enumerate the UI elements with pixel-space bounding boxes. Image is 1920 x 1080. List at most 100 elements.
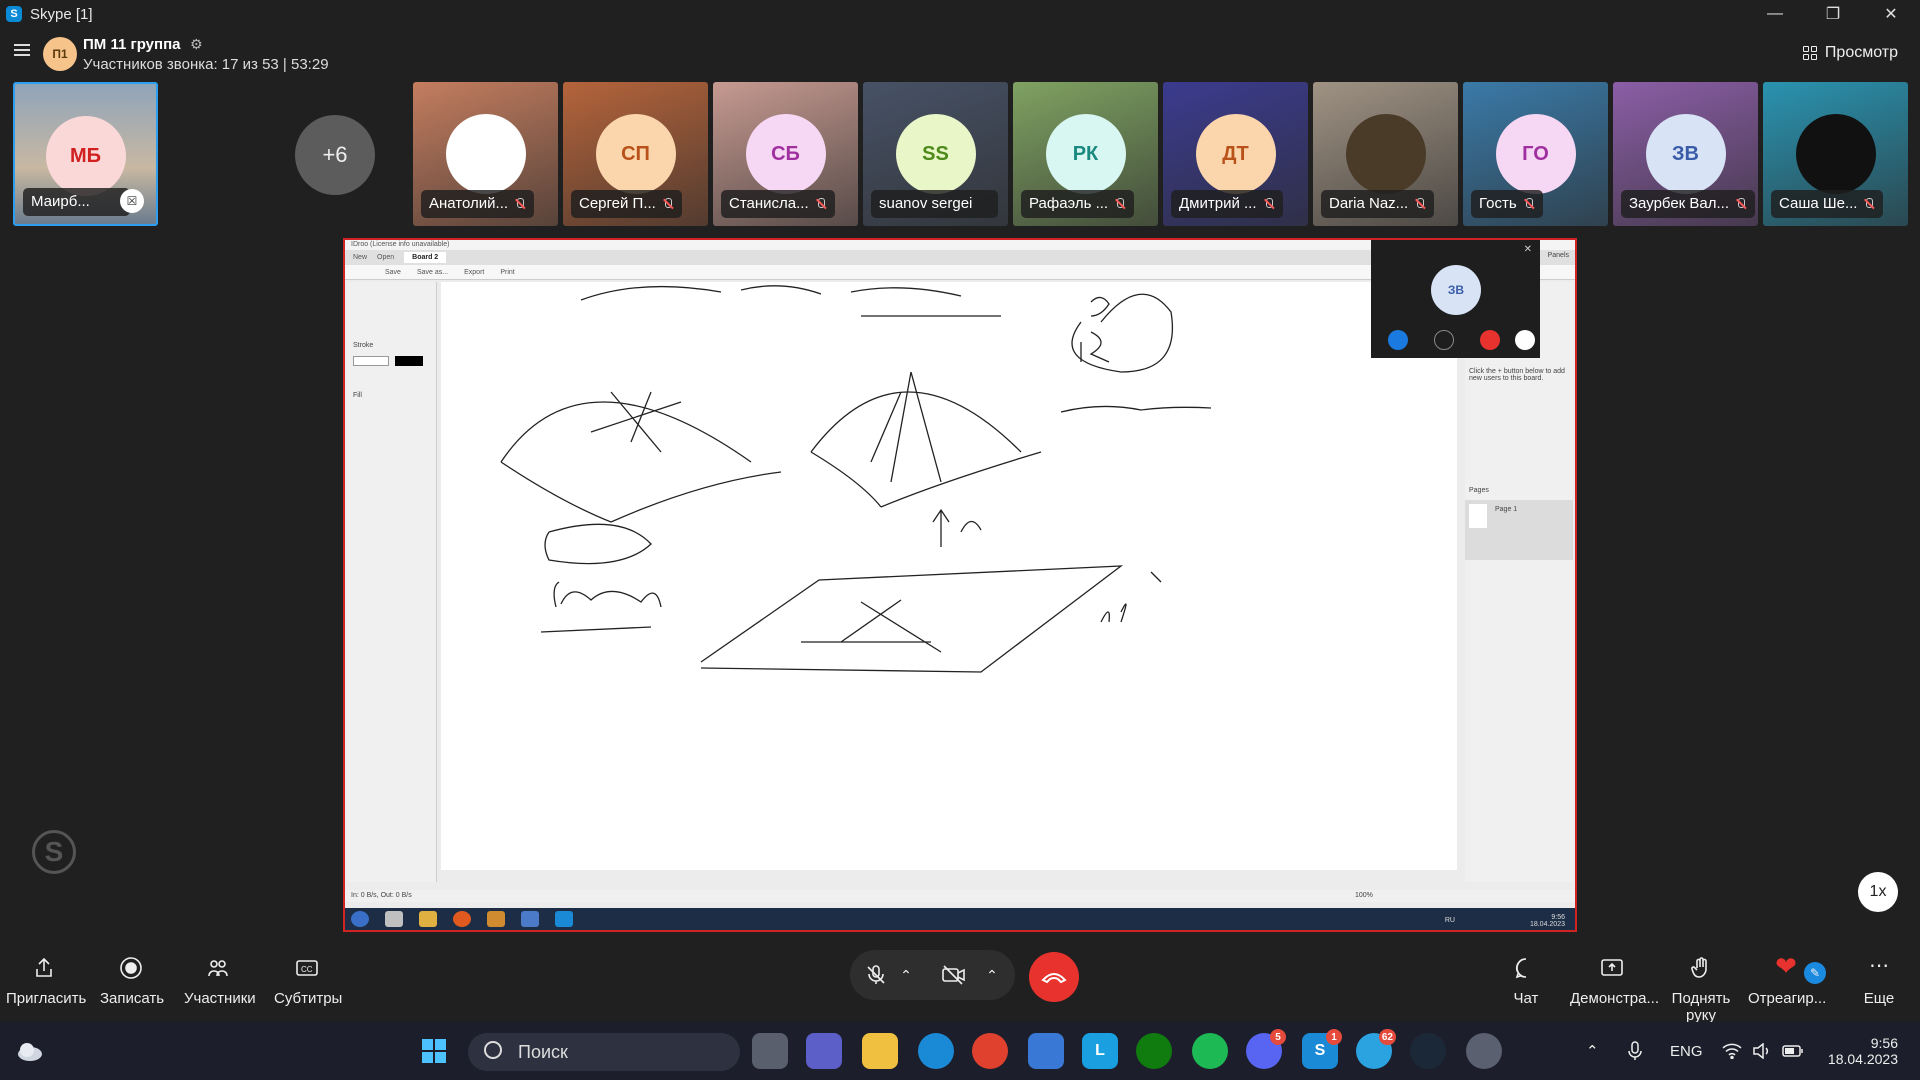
share-screen-button[interactable]: Демонстра... — [1570, 956, 1659, 1007]
input-language[interactable]: ENG — [1670, 1022, 1703, 1080]
tray-mic-icon[interactable] — [1628, 1022, 1642, 1080]
view-button[interactable]: Просмотр — [1802, 44, 1898, 62]
mic-muted-icon — [1863, 198, 1875, 210]
mini-preview[interactable]: ✕ ЗВ — [1371, 240, 1540, 358]
spotify-icon[interactable] — [1192, 1033, 1228, 1069]
toolbar-save-as[interactable]: Save as... — [417, 269, 448, 276]
taskbar-clock[interactable]: 9:56 18.04.2023 — [1822, 1022, 1898, 1080]
chat-button[interactable]: Чат — [1506, 956, 1546, 1007]
raise-hand-button[interactable]: Поднять руку — [1658, 956, 1744, 1024]
mic-muted-icon — [514, 198, 526, 210]
participant-tile[interactable]: ГО Гость — [1463, 82, 1608, 226]
mic-options-chevron-icon[interactable]: ⌃ — [894, 955, 918, 995]
invite-button[interactable]: Пригласить — [6, 956, 86, 1007]
discord-icon[interactable]: 5 — [1246, 1029, 1286, 1069]
steam-icon[interactable] — [1410, 1033, 1446, 1069]
inner-firefox-icon — [453, 911, 471, 927]
participant-tile[interactable]: SS suanov sergei — [863, 82, 1008, 226]
subtitles-button[interactable]: CC Субтитры — [274, 956, 342, 1007]
close-button[interactable]: ✕ — [1862, 0, 1920, 28]
react-button[interactable]: ❤ ✎ Отреагир... — [1748, 953, 1826, 1007]
tray-overflow-chevron-icon[interactable]: ⌃ — [1586, 1022, 1599, 1080]
group-name[interactable]: ПМ 11 группа — [83, 36, 181, 53]
taskbar-search[interactable]: Поиск — [468, 1033, 740, 1071]
stroke-style[interactable] — [353, 356, 389, 366]
page-name: Page 1 — [1495, 506, 1518, 513]
teams-icon[interactable] — [806, 1033, 842, 1069]
stroke-color[interactable] — [395, 356, 423, 366]
volume-icon[interactable] — [1752, 1022, 1772, 1080]
gear-icon[interactable]: ⚙ — [190, 36, 203, 53]
more-button[interactable]: ⋯ Еще — [1862, 956, 1896, 1007]
stop-share-icon[interactable]: ☒ — [120, 189, 144, 213]
grid-icon — [1802, 46, 1817, 60]
skype-icon[interactable]: S1 — [1302, 1029, 1342, 1069]
participant-avatar: ГО — [1495, 114, 1576, 194]
mic-off-icon[interactable] — [856, 955, 896, 995]
hand-icon — [1689, 956, 1713, 980]
xbox-icon[interactable] — [1136, 1033, 1172, 1069]
tab-open[interactable]: Open — [377, 254, 394, 261]
participant-nametag: Рафаэль ... — [1021, 190, 1135, 218]
speed-button[interactable]: 1x — [1858, 872, 1898, 912]
participant-tile[interactable]: ДТ Дмитрий ... — [1163, 82, 1308, 226]
participant-name: suanov sergei — [879, 195, 973, 212]
mini-mic-button[interactable] — [1388, 330, 1408, 350]
participants-button[interactable]: Участники — [184, 956, 256, 1007]
toolbar-export[interactable]: Export — [464, 269, 484, 276]
settings-icon[interactable] — [1466, 1033, 1502, 1069]
mini-avatar: ЗВ — [1431, 265, 1481, 315]
start-icon[interactable] — [416, 1033, 452, 1069]
hangup-button[interactable] — [1029, 952, 1079, 1002]
zoom-level: 100% — [1355, 892, 1373, 899]
camera-options-chevron-icon[interactable]: ⌃ — [980, 955, 1004, 995]
tab-board[interactable]: Board 2 — [404, 252, 447, 263]
folder-icon[interactable] — [862, 1033, 898, 1069]
participant-name: Анатолий... — [429, 195, 509, 212]
participant-tile[interactable]: Анатолий... — [413, 82, 558, 226]
wifi-icon[interactable] — [1722, 1022, 1742, 1080]
participant-tile[interactable]: СП Сергей П... — [563, 82, 708, 226]
page-thumbnail[interactable]: Page 1 — [1465, 500, 1573, 560]
mic-muted-icon — [1735, 198, 1747, 210]
participant-tile[interactable]: РК Рафаэль ... — [1013, 82, 1158, 226]
panels-label[interactable]: Panels — [1548, 252, 1569, 259]
whiteboard-canvas[interactable] — [441, 282, 1457, 870]
self-avatar: МБ — [45, 116, 126, 196]
task-view-icon[interactable] — [752, 1033, 788, 1069]
mic-muted-icon — [662, 198, 674, 210]
close-icon[interactable]: ✕ — [1524, 244, 1532, 255]
telegram-icon[interactable]: 62 — [1356, 1029, 1396, 1069]
toolbar-print[interactable]: Print — [500, 269, 514, 276]
chrome-icon[interactable] — [972, 1033, 1008, 1069]
share-label: Демонстра... — [1570, 990, 1659, 1007]
discord-badge: 5 — [1270, 1029, 1286, 1045]
participant-tile[interactable]: СБ Станисла... — [713, 82, 858, 226]
weather-icon[interactable] — [12, 1033, 48, 1069]
camera-off-icon[interactable] — [934, 955, 974, 995]
menu-icon[interactable] — [14, 44, 30, 56]
participant-tile[interactable]: Саша Ше... — [1763, 82, 1908, 226]
mini-camera-button[interactable] — [1434, 330, 1454, 350]
restore-button[interactable]: ❐ — [1804, 0, 1862, 28]
battery-icon[interactable] — [1782, 1022, 1804, 1080]
record-icon — [119, 956, 143, 980]
mini-share-button[interactable] — [1515, 330, 1535, 350]
l-app-icon[interactable]: L — [1082, 1033, 1118, 1069]
inner-taskbar: 9:56 18.04.2023 RU — [345, 908, 1575, 930]
inner-date: 18.04.2023 — [1529, 921, 1565, 928]
self-video-tile[interactable]: МБ Маирб... ☒ — [13, 82, 158, 226]
tab-new[interactable]: New — [353, 254, 367, 261]
mic-muted-icon — [1263, 198, 1275, 210]
edge-icon[interactable] — [918, 1033, 954, 1069]
minimize-button[interactable]: — — [1746, 0, 1804, 28]
group-avatar[interactable]: П1 — [43, 37, 77, 71]
toolbar-save[interactable]: Save — [385, 269, 401, 276]
record-button[interactable]: Записать — [100, 956, 164, 1007]
more-participants-button[interactable]: +6 — [295, 115, 375, 195]
store-icon[interactable] — [1028, 1033, 1064, 1069]
mini-hangup-button[interactable] — [1480, 330, 1500, 350]
participant-tile[interactable]: ЗВ Заурбек Вал... — [1613, 82, 1758, 226]
participant-avatar: РК — [1045, 114, 1126, 194]
participant-tile[interactable]: Daria Naz... — [1313, 82, 1458, 226]
